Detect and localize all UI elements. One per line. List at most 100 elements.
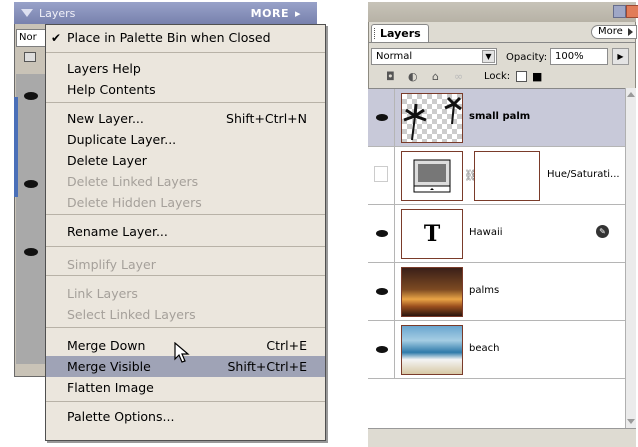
- palette-titlebar[interactable]: [368, 2, 638, 22]
- menu-item-label: Rename Layer...: [67, 224, 168, 239]
- layer-mask-thumbnail[interactable]: [474, 151, 540, 201]
- menu-item-label: Select Linked Layers: [67, 307, 196, 322]
- visibility-toggle[interactable]: [368, 321, 395, 378]
- menu-item-label: Help Contents: [67, 82, 156, 97]
- menu-item[interactable]: Help Contents: [46, 79, 325, 100]
- palette-footer: [368, 428, 636, 447]
- menu-separator: [46, 327, 325, 328]
- lock-label: Lock:: [484, 71, 511, 82]
- trash-icon[interactable]: ⌂: [432, 70, 439, 83]
- menu-item-shortcut: Shift+Ctrl+N: [226, 111, 307, 126]
- layer-thumbnail[interactable]: T: [401, 209, 463, 259]
- layer-thumbnail[interactable]: [401, 325, 463, 375]
- new-layer-icon[interactable]: ◘: [386, 70, 395, 83]
- opacity-input[interactable]: 100%: [550, 48, 608, 65]
- layers-palette-bin: Layers MORE ▸ Nor ✔ Place in Palette Bin w…: [14, 2, 326, 442]
- layer-row[interactable]: palms: [368, 263, 625, 321]
- adjustment-layer-icon[interactable]: ◐: [408, 70, 418, 83]
- menu-item-label: Layers Help: [67, 61, 141, 76]
- menu-separator: [46, 102, 325, 103]
- layer-row[interactable]: T Hawaii ✎: [368, 205, 625, 263]
- eye-icon[interactable]: [376, 114, 388, 121]
- menu-item[interactable]: New Layer... Shift+Ctrl+N: [46, 108, 325, 129]
- layer-visibility-column: [16, 74, 46, 364]
- collapse-triangle-icon[interactable]: [21, 9, 33, 17]
- menu-item[interactable]: Duplicate Layer...: [46, 129, 325, 150]
- grip-icon[interactable]: [374, 28, 377, 39]
- mouse-pointer-icon: [174, 342, 190, 363]
- menu-item: Simplify Layer: [46, 254, 325, 275]
- menu-separator: [46, 401, 325, 402]
- minimize-icon[interactable]: [613, 5, 626, 18]
- menu-separator: [46, 275, 325, 276]
- more-button[interactable]: More: [591, 25, 637, 39]
- layer-name: small palm: [469, 111, 531, 122]
- blend-mode-select[interactable]: Normal ▼: [371, 48, 497, 65]
- more-dropdown-menu: ✔ Place in Palette Bin when Closed Layers …: [45, 24, 326, 441]
- layer-row[interactable]: small palm: [368, 89, 625, 147]
- menu-item-label: Merge Down: [67, 338, 146, 353]
- menu-item-label: Delete Linked Layers: [67, 174, 199, 189]
- eye-icon[interactable]: [376, 230, 388, 237]
- visibility-toggle[interactable]: [368, 147, 395, 204]
- new-layer-icon[interactable]: [24, 52, 36, 62]
- layer-row[interactable]: ⛓ Hue/Saturati...: [368, 147, 625, 205]
- close-icon[interactable]: [626, 5, 638, 18]
- visibility-toggle[interactable]: [368, 263, 395, 320]
- hue-saturation-icon: [413, 159, 451, 193]
- lock-transparency-checkbox[interactable]: [516, 71, 527, 82]
- menu-item-label: Delete Layer: [67, 153, 147, 168]
- menu-item[interactable]: Rename Layer...: [46, 221, 325, 242]
- eye-icon[interactable]: [24, 248, 38, 256]
- menu-item[interactable]: Palette Options...: [46, 406, 325, 427]
- layer-thumbnail[interactable]: [401, 267, 463, 317]
- visibility-toggle[interactable]: [368, 205, 395, 262]
- visibility-toggle[interactable]: [368, 89, 395, 146]
- more-label: More: [598, 26, 623, 37]
- link-icon[interactable]: ∞: [454, 70, 463, 83]
- menu-item[interactable]: Delete Layer: [46, 150, 325, 171]
- chevron-down-icon[interactable]: ▼: [482, 50, 495, 63]
- hidden-visibility-box[interactable]: [374, 166, 388, 182]
- menu-item[interactable]: Layers Help: [46, 58, 325, 79]
- opacity-slider-arrow-icon[interactable]: ▶: [612, 48, 629, 65]
- eye-icon[interactable]: [24, 92, 38, 100]
- menu-item-shortcut: Shift+Ctrl+E: [227, 359, 308, 374]
- eye-icon[interactable]: [376, 346, 388, 353]
- layer-name: Hawaii: [469, 227, 503, 238]
- layer-thumbnail[interactable]: [401, 93, 463, 143]
- more-arrow-icon: ▸: [294, 6, 301, 20]
- more-menu-button[interactable]: MORE ▸: [245, 7, 301, 20]
- menu-item[interactable]: Flatten Image: [46, 377, 325, 398]
- opacity-label: Opacity:: [506, 52, 548, 63]
- menu-item-label: Simplify Layer: [67, 257, 156, 272]
- menu-separator: [46, 246, 325, 247]
- more-label: MORE: [250, 6, 289, 20]
- menu-item[interactable]: ✔ Place in Palette Bin when Closed: [46, 27, 325, 48]
- scroll-down-icon[interactable]: [627, 419, 635, 424]
- tab-layers[interactable]: Layers: [371, 24, 429, 42]
- menu-item-shortcut: Ctrl+E: [266, 338, 307, 353]
- menu-item: Delete Linked Layers: [46, 171, 325, 192]
- tab-layers-label: Layers: [380, 27, 421, 40]
- layer-name: beach: [469, 343, 500, 354]
- layer-style-icon[interactable]: ✎: [596, 225, 609, 238]
- scroll-up-icon[interactable]: [627, 92, 635, 97]
- palette-titlebar[interactable]: Layers MORE ▸: [14, 2, 317, 24]
- menu-item: Select Linked Layers: [46, 304, 325, 325]
- layer-row[interactable]: beach: [368, 321, 625, 379]
- layers-scrollbar[interactable]: [625, 88, 636, 428]
- layers-palette: Layers More Normal ▼ Opacity: 100% ▶ ◘ ◐…: [368, 2, 638, 447]
- menu-separator: [46, 52, 325, 53]
- layer-name: palms: [469, 285, 500, 296]
- layer-thumbnail[interactable]: [401, 151, 463, 201]
- lock-all-icon[interactable]: ■: [532, 70, 542, 83]
- menu-item-label: Flatten Image: [67, 380, 154, 395]
- menu-item-label: Duplicate Layer...: [67, 132, 177, 147]
- blend-mode-select[interactable]: Nor: [16, 29, 46, 47]
- eye-icon[interactable]: [376, 288, 388, 295]
- eye-icon[interactable]: [24, 180, 38, 188]
- menu-item-label: Link Layers: [67, 286, 138, 301]
- palm-tree-icon: [403, 96, 462, 141]
- menu-separator: [46, 214, 325, 215]
